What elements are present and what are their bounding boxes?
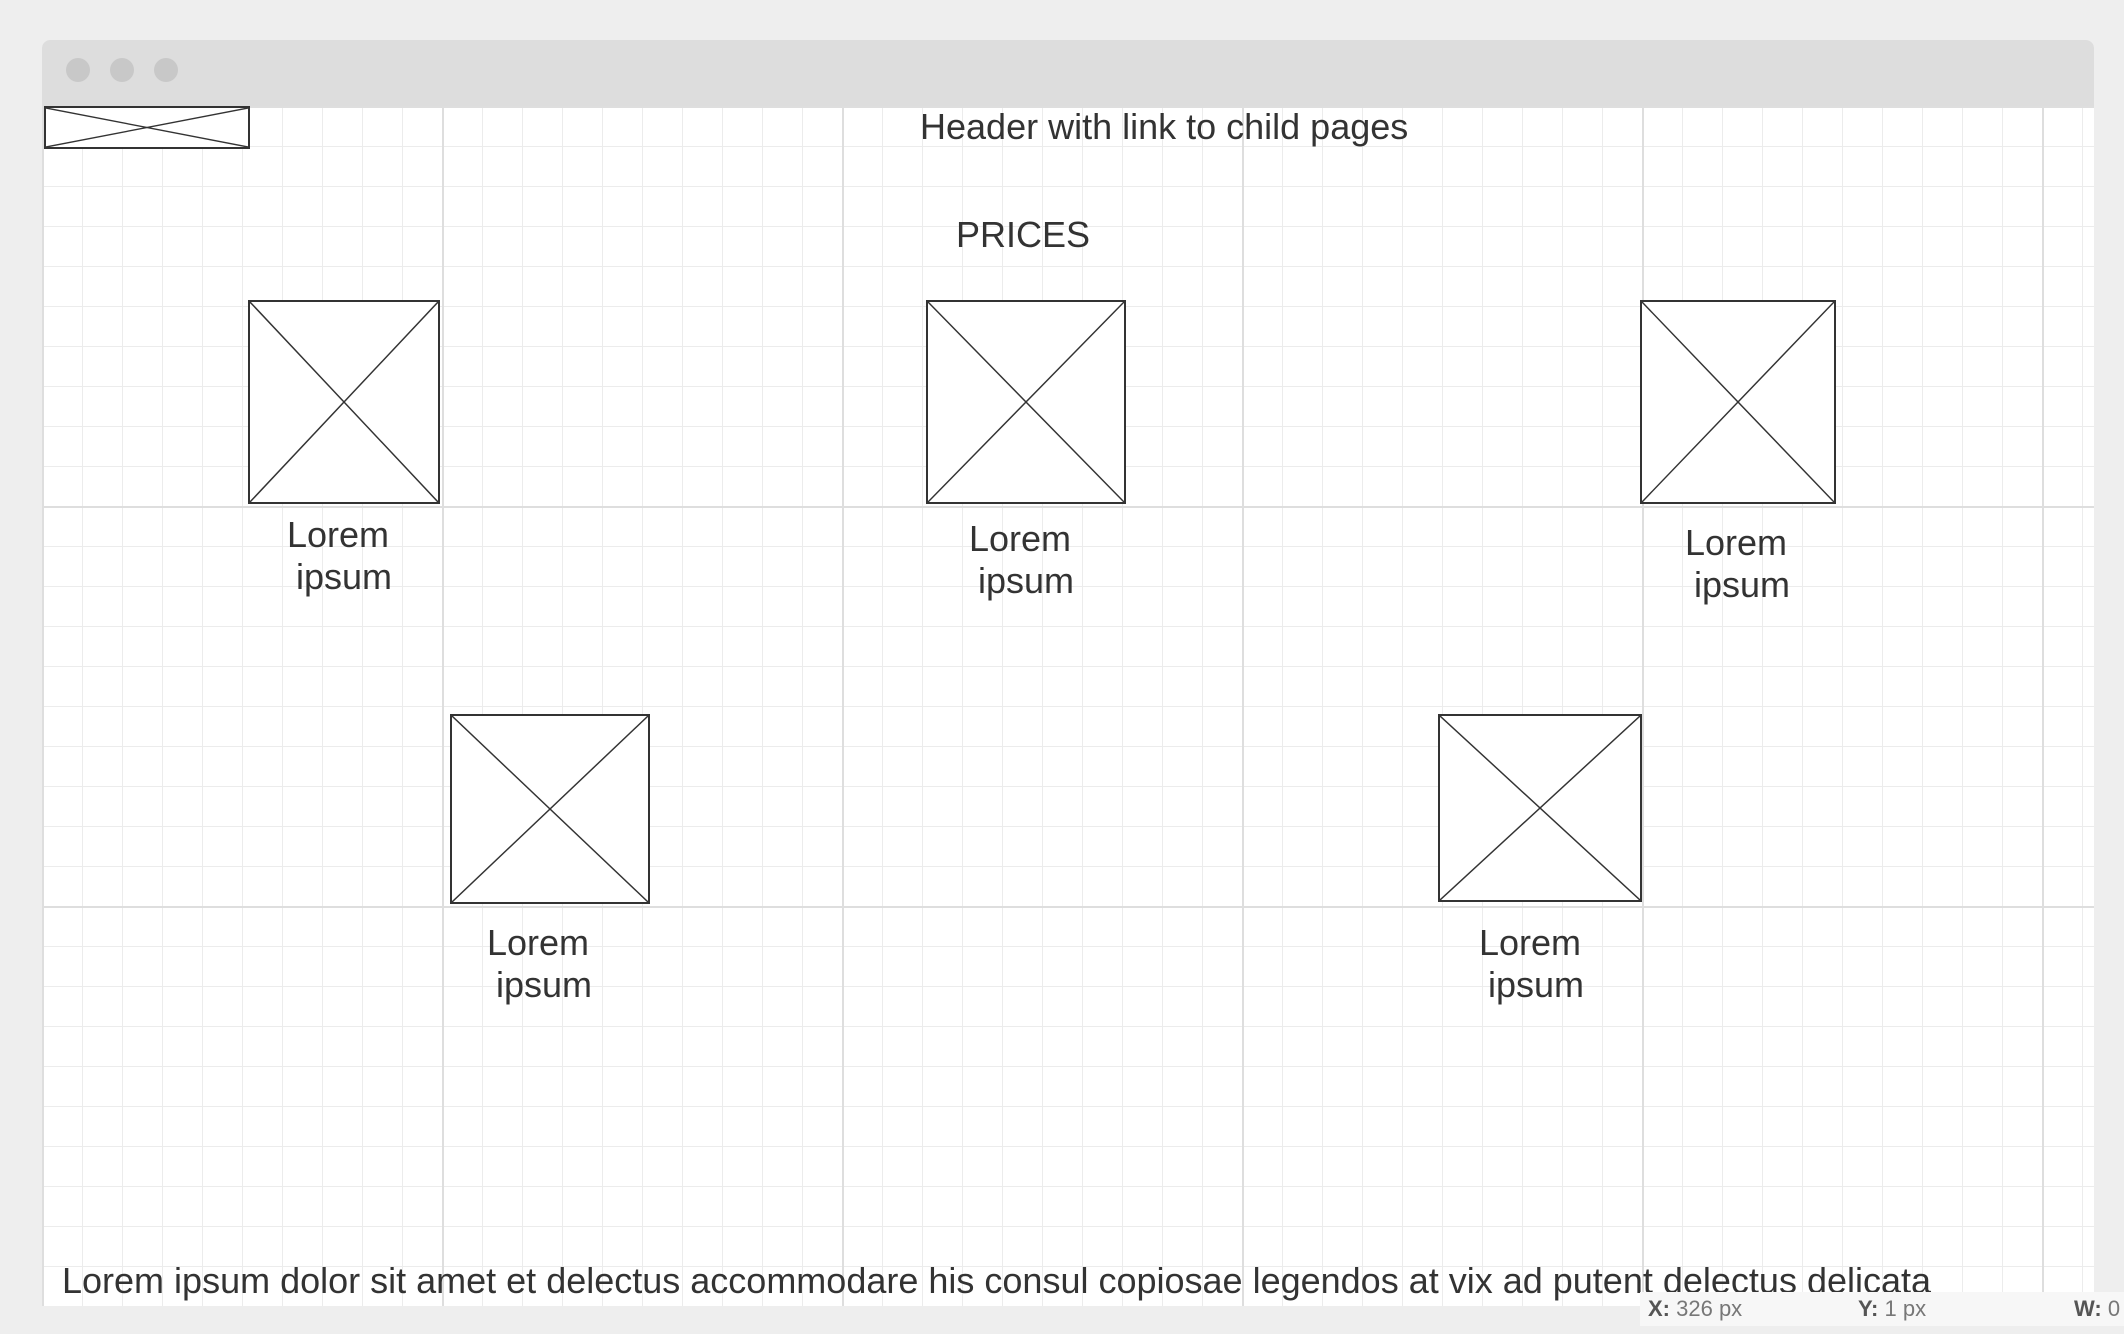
card-2-caption: Lorem ipsum [916, 518, 1136, 602]
card-4-image-placeholder-icon[interactable] [450, 714, 650, 904]
logo-placeholder-icon[interactable] [44, 106, 250, 149]
card-1-image-placeholder-icon[interactable] [248, 300, 440, 504]
card-1-caption-line-2: ipsum [295, 556, 393, 597]
card-1-caption-line-1: Lorem [286, 514, 390, 555]
card-2-caption-line-1: Lorem [968, 518, 1072, 559]
card-5-caption-line-2: ipsum [1487, 964, 1585, 1005]
y-label: Y: [1858, 1296, 1879, 1321]
w-value: 0 [2107, 1296, 2121, 1321]
minimize-window-icon[interactable] [110, 58, 134, 82]
card-3-image-placeholder-icon[interactable] [1640, 300, 1836, 504]
width-readout: W: 0 [2074, 1292, 2120, 1326]
card-4-caption: Lorem ipsum [434, 922, 654, 1006]
card-2-image-placeholder-icon[interactable] [926, 300, 1126, 504]
x-value: 326 px [1676, 1296, 1743, 1321]
close-window-icon[interactable] [66, 58, 90, 82]
card-3-caption-line-1: Lorem [1684, 522, 1788, 563]
card-3-caption-line-2: ipsum [1693, 564, 1791, 605]
card-5-caption-line-1: Lorem [1478, 922, 1582, 963]
wireframe-canvas: Header with link to child pages PRICES L… [42, 106, 2094, 1306]
card-4-caption-line-1: Lorem [486, 922, 590, 963]
w-label: W: [2074, 1296, 2102, 1321]
card-1-caption: Lorem ipsum [234, 514, 454, 598]
x-coordinate-readout: X: 326 px [1648, 1292, 1742, 1326]
prices-section-title: PRICES [956, 214, 1091, 255]
browser-window: Header with link to child pages PRICES L… [42, 40, 2094, 1306]
card-2-caption-line-2: ipsum [977, 560, 1075, 601]
card-5-caption: Lorem ipsum [1426, 922, 1646, 1006]
card-4-caption-line-2: ipsum [495, 964, 593, 1005]
coordinates-status-bar: X: 326 px Y: 1 px W: 0 [1640, 1292, 2124, 1326]
card-5-image-placeholder-icon[interactable] [1438, 714, 1642, 902]
maximize-window-icon[interactable] [154, 58, 178, 82]
y-value: 1 px [1884, 1296, 1927, 1321]
y-coordinate-readout: Y: 1 px [1858, 1292, 1926, 1326]
header-link-text[interactable]: Header with link to child pages [920, 106, 1408, 148]
card-3-caption: Lorem ipsum [1632, 522, 1852, 606]
window-titlebar [42, 40, 2094, 106]
x-label: X: [1648, 1296, 1670, 1321]
